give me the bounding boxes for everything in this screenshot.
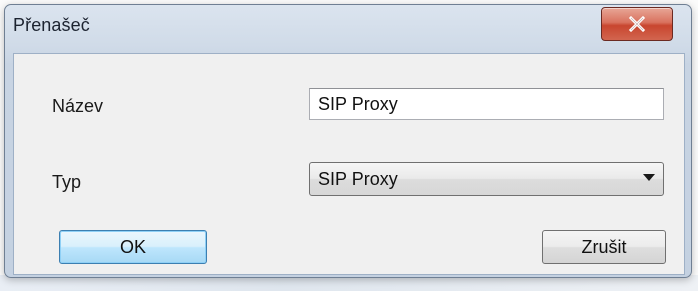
- cancel-button[interactable]: Zrušit: [542, 230, 666, 264]
- screen: Přenašeč Název Typ SIP Proxy OK Zrušit: [0, 0, 698, 291]
- ok-button[interactable]: OK: [59, 230, 207, 264]
- window-title: Přenašeč: [13, 15, 90, 35]
- type-select[interactable]: SIP Proxy: [309, 162, 664, 196]
- type-label: Typ: [52, 172, 82, 192]
- close-button[interactable]: [601, 7, 673, 41]
- close-icon: [628, 16, 646, 32]
- chevron-down-icon: [643, 174, 655, 181]
- name-label: Název: [52, 96, 104, 116]
- name-input[interactable]: [309, 88, 664, 120]
- dialog-window: Přenašeč Název Typ SIP Proxy OK Zrušit: [4, 4, 692, 278]
- type-select-value: SIP Proxy: [318, 169, 398, 189]
- dialog-client-area: Název Typ SIP Proxy OK Zrušit: [13, 53, 685, 275]
